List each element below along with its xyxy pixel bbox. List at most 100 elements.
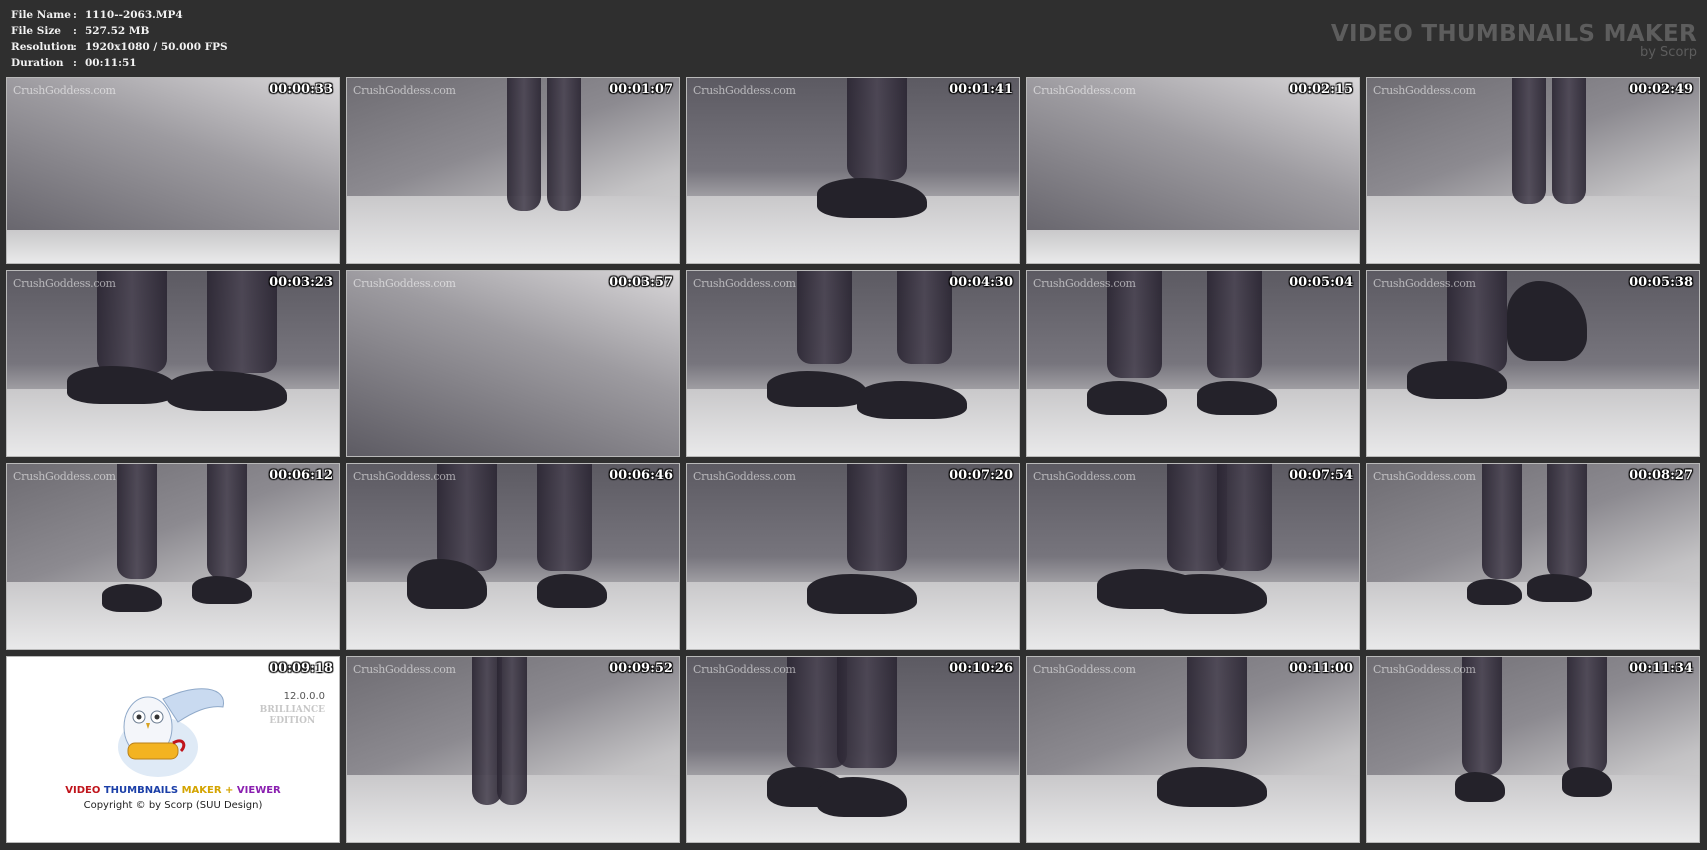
thumbnail[interactable]: CrushGoddess.com 00:02:15 [1026, 77, 1360, 264]
frame-figure [847, 78, 907, 180]
timestamp: 00:11:34 [1629, 661, 1693, 676]
thumbnail[interactable]: CrushGoddess.com 00:04:30 [686, 270, 1020, 457]
edition-line-2: EDITION [269, 716, 316, 726]
site-watermark: CrushGoddess.com [13, 470, 116, 483]
thumbnail[interactable]: CrushGoddess.com 00:00:33 [6, 77, 340, 264]
frame-floor [7, 582, 339, 649]
file-info-panel: File Name : 1110--2063.MP4 File Size : 5… [11, 7, 228, 71]
product-name: VIDEO THUMBNAILS MAKER + VIEWER [7, 785, 339, 796]
product-name-word-4: VIEWER [236, 785, 281, 796]
timestamp: 00:01:41 [949, 82, 1013, 97]
frame-shoe [67, 366, 177, 404]
thumbnail[interactable]: CrushGoddess.com 00:08:27 [1366, 463, 1700, 650]
thumbnail[interactable]: CrushGoddess.com 00:10:26 [686, 656, 1020, 843]
frame-floor [1367, 196, 1699, 263]
thumbnail[interactable]: CrushGoddess.com 00:05:38 [1366, 270, 1700, 457]
frame-floor [1027, 389, 1359, 456]
resolution-row: Resolution : 1920x1080 / 50.000 FPS [11, 39, 228, 55]
frame-figure [1217, 464, 1272, 572]
product-name-word-3: MAKER + [181, 785, 237, 796]
frame-figure [507, 78, 541, 212]
thumbnail[interactable]: CrushGoddess.com 00:07:20 [686, 463, 1020, 650]
site-watermark: CrushGoddess.com [693, 470, 796, 483]
thumbnail[interactable]: CrushGoddess.com 00:03:23 [6, 270, 340, 457]
site-watermark: CrushGoddess.com [13, 84, 116, 97]
duration-separator: : [73, 57, 77, 69]
frame-figure [547, 78, 581, 212]
edition-line-1: BRILLIANCE [259, 705, 325, 715]
frame-shoe [857, 381, 967, 419]
thumbnail[interactable]: CrushGoddess.com 00:09:52 [346, 656, 680, 843]
frame-floor [7, 229, 339, 263]
timestamp: 00:10:26 [949, 661, 1013, 676]
timestamp: 00:09:18 [269, 661, 333, 676]
frame-floor [1027, 229, 1359, 263]
frame-shoe [1087, 381, 1167, 415]
timestamp: 00:01:07 [609, 82, 673, 97]
frame-shoe [1562, 767, 1612, 797]
thumbnail-grid: CrushGoddess.com 00:00:33 CrushGoddess.c… [6, 77, 1700, 843]
site-watermark: CrushGoddess.com [353, 470, 456, 483]
thumbnail[interactable]: CrushGoddess.com 00:03:57 [346, 270, 680, 457]
copyright-text: Copyright © by Scorp (SUU Design) [83, 800, 263, 811]
product-name-word-1: VIDEO [65, 785, 101, 796]
site-watermark: CrushGoddess.com [693, 663, 796, 676]
frame-shoe [807, 574, 917, 614]
timestamp: 00:04:30 [949, 275, 1013, 290]
thumbnail[interactable]: CrushGoddess.com 00:07:54 [1026, 463, 1360, 650]
brand-watermark: VIDEO THUMBNAILS MAKER by Scorp [1331, 22, 1697, 60]
timestamp: 00:02:49 [1629, 82, 1693, 97]
frame-shoe [767, 371, 867, 407]
site-watermark: CrushGoddess.com [1373, 663, 1476, 676]
frame-floor [1367, 389, 1699, 456]
file-size-value: 527.52 MB [85, 25, 150, 37]
site-watermark: CrushGoddess.com [13, 277, 116, 290]
frame-figure [497, 657, 527, 805]
file-name-value: 1110--2063.MP4 [85, 9, 183, 21]
frame-figure [1187, 657, 1247, 759]
thumbnail[interactable]: CrushGoddess.com 00:02:49 [1366, 77, 1700, 264]
duration-value: 00:11:51 [85, 57, 137, 69]
frame-figure [797, 271, 852, 364]
brand-title: VIDEO THUMBNAILS MAKER [1330, 21, 1697, 47]
thumbnail[interactable]: CrushGoddess.com 00:01:07 [346, 77, 680, 264]
version-label: 12.0.0.0 [283, 691, 325, 702]
thumbnail[interactable]: CrushGoddess.com 00:06:12 [6, 463, 340, 650]
frame-figure [1552, 78, 1586, 204]
timestamp: 00:07:54 [1289, 468, 1353, 483]
frame-shoe [1197, 381, 1277, 415]
frame-figure [847, 464, 907, 572]
thumbnail[interactable]: CrushGoddess.com 00:05:04 [1026, 270, 1360, 457]
frame-figure [1567, 657, 1607, 776]
site-watermark: CrushGoddess.com [1373, 277, 1476, 290]
site-watermark: CrushGoddess.com [1033, 470, 1136, 483]
timestamp: 00:06:12 [269, 468, 333, 483]
thumbnail[interactable]: CrushGoddess.com 00:01:41 [686, 77, 1020, 264]
resolution-label: Resolution [11, 41, 75, 53]
thumbnail[interactable]: CrushGoddess.com 00:11:00 [1026, 656, 1360, 843]
thumbnail[interactable]: CrushGoddess.com 00:06:46 [346, 463, 680, 650]
frame-floor [1367, 775, 1699, 842]
timestamp: 00:09:52 [609, 661, 673, 676]
frame-shoe [1507, 281, 1587, 361]
frame-shoe [537, 574, 607, 608]
frame-shoe [1527, 574, 1592, 602]
file-name-label: File Name [11, 9, 71, 21]
thumbnail[interactable]: CrushGoddess.com 00:11:34 [1366, 656, 1700, 843]
frame-figure [897, 271, 952, 364]
frame-shoe [1157, 574, 1267, 614]
frame-shoe [192, 576, 252, 604]
app-logo-thumbnail[interactable]: 00:09:18 12.0.0.0 BRILLIANCE EDITION VID… [6, 656, 340, 843]
site-watermark: CrushGoddess.com [353, 84, 456, 97]
frame-floor [347, 582, 679, 649]
resolution-value: 1920x1080 / 50.000 FPS [85, 41, 228, 53]
brand-subtitle: by Scorp [1639, 45, 1697, 60]
file-name-separator: : [73, 9, 77, 21]
site-watermark: CrushGoddess.com [693, 277, 796, 290]
timestamp: 00:08:27 [1629, 468, 1693, 483]
frame-figure [1207, 271, 1262, 379]
frame-figure [207, 464, 247, 579]
timestamp: 00:00:33 [269, 82, 333, 97]
timestamp: 00:03:57 [609, 275, 673, 290]
timestamp: 00:07:20 [949, 468, 1013, 483]
